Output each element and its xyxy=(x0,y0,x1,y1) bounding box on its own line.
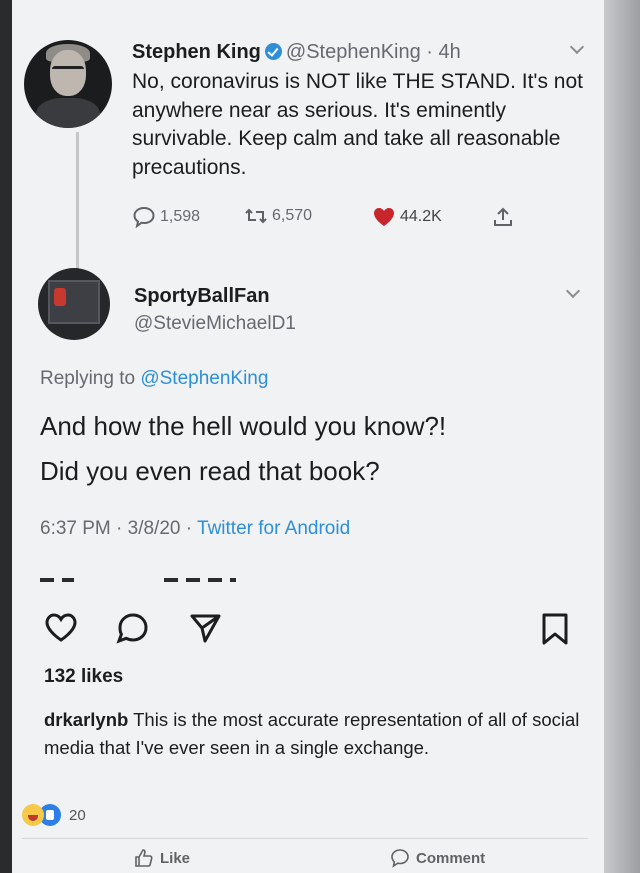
retweet-action[interactable]: 6,570 xyxy=(244,206,312,226)
bookmark-outline-icon xyxy=(542,613,568,645)
heart-filled-icon xyxy=(374,208,394,226)
like-count: 44.2K xyxy=(400,208,442,225)
replying-to-handle-link[interactable]: @StephenKing xyxy=(140,368,268,389)
comment-button[interactable] xyxy=(116,612,150,649)
facebook-reactions[interactable]: 20 xyxy=(22,804,86,826)
save-bookmark-button[interactable] xyxy=(540,612,570,651)
replying-to-line: Replying to @StephenKing xyxy=(40,368,268,390)
tweet-text: No, coronavirus is NOT like THE STAND. I… xyxy=(132,70,583,179)
reply-timestamp-line: 6:37 PM · 3/8/20 · Twitter for Android xyxy=(40,518,350,540)
post-caption: drkarlynb This is the most accurate repr… xyxy=(44,706,584,762)
reply-source-link[interactable]: Twitter for Android xyxy=(197,518,350,539)
stephen-king-avatar[interactable] xyxy=(24,40,112,128)
verified-badge-icon xyxy=(264,43,282,60)
photo-left-edge xyxy=(0,0,12,873)
share-upload-icon xyxy=(494,207,512,226)
post-likes-count[interactable]: 132 likes xyxy=(44,666,123,688)
share-direct-button[interactable] xyxy=(188,612,222,649)
reaction-count: 20 xyxy=(69,806,86,824)
reply-count: 1,598 xyxy=(160,208,201,225)
speech-bubble-icon xyxy=(391,849,409,868)
reply-text-line-2: Did you even read that book? xyxy=(40,456,380,486)
facebook-comment-button[interactable]: Comment xyxy=(390,848,485,868)
post-action-bar xyxy=(44,612,584,648)
tweet-author-handle[interactable]: @StephenKing xyxy=(286,41,421,63)
thread-connector-line xyxy=(76,132,79,270)
haha-reaction-icon xyxy=(22,804,44,826)
thumbs-up-icon xyxy=(135,849,153,867)
reply-timestamp: 6:37 PM · 3/8/20 · xyxy=(40,518,198,539)
retweet-icon xyxy=(245,208,267,224)
facebook-divider xyxy=(22,838,588,839)
reply-text: And how the hell would you know?! Did yo… xyxy=(40,404,580,494)
like-heart-button[interactable] xyxy=(44,612,78,649)
facebook-like-label: Like xyxy=(160,849,191,867)
facebook-comment-label: Comment xyxy=(416,849,486,867)
reply-author-handle[interactable]: @StevieMichaelD1 xyxy=(134,313,296,335)
tweet-author-name[interactable]: Stephen King xyxy=(132,41,261,63)
paper-plane-icon xyxy=(190,614,221,643)
caption-username[interactable]: drkarlynb xyxy=(44,709,128,730)
retweet-count: 6,570 xyxy=(272,207,313,224)
photo-right-edge xyxy=(604,0,640,873)
reply-author-name[interactable]: SportyBallFan xyxy=(134,285,270,308)
reply-text-line-1: And how the hell would you know?! xyxy=(40,411,447,441)
divider-dashes-right xyxy=(164,578,236,582)
comment-outline-icon xyxy=(116,613,148,644)
tweet-time: · 4h xyxy=(426,41,461,63)
tweet-header: Stephen King @StephenKing · 4h xyxy=(132,40,562,64)
reply-action[interactable]: 1,598 xyxy=(132,206,200,228)
comment-bubble-icon xyxy=(133,206,155,228)
divider-dashes-left xyxy=(40,578,74,582)
sportyballfan-avatar[interactable] xyxy=(38,268,110,340)
heart-outline-icon xyxy=(45,613,77,642)
share-action[interactable] xyxy=(492,206,514,228)
like-action[interactable]: 44.2K xyxy=(372,206,442,228)
tweet-actions: 1,598 6,570 44.2K xyxy=(132,206,532,232)
facebook-like-button[interactable]: Like xyxy=(134,848,190,868)
replying-to-label: Replying to xyxy=(40,368,141,389)
